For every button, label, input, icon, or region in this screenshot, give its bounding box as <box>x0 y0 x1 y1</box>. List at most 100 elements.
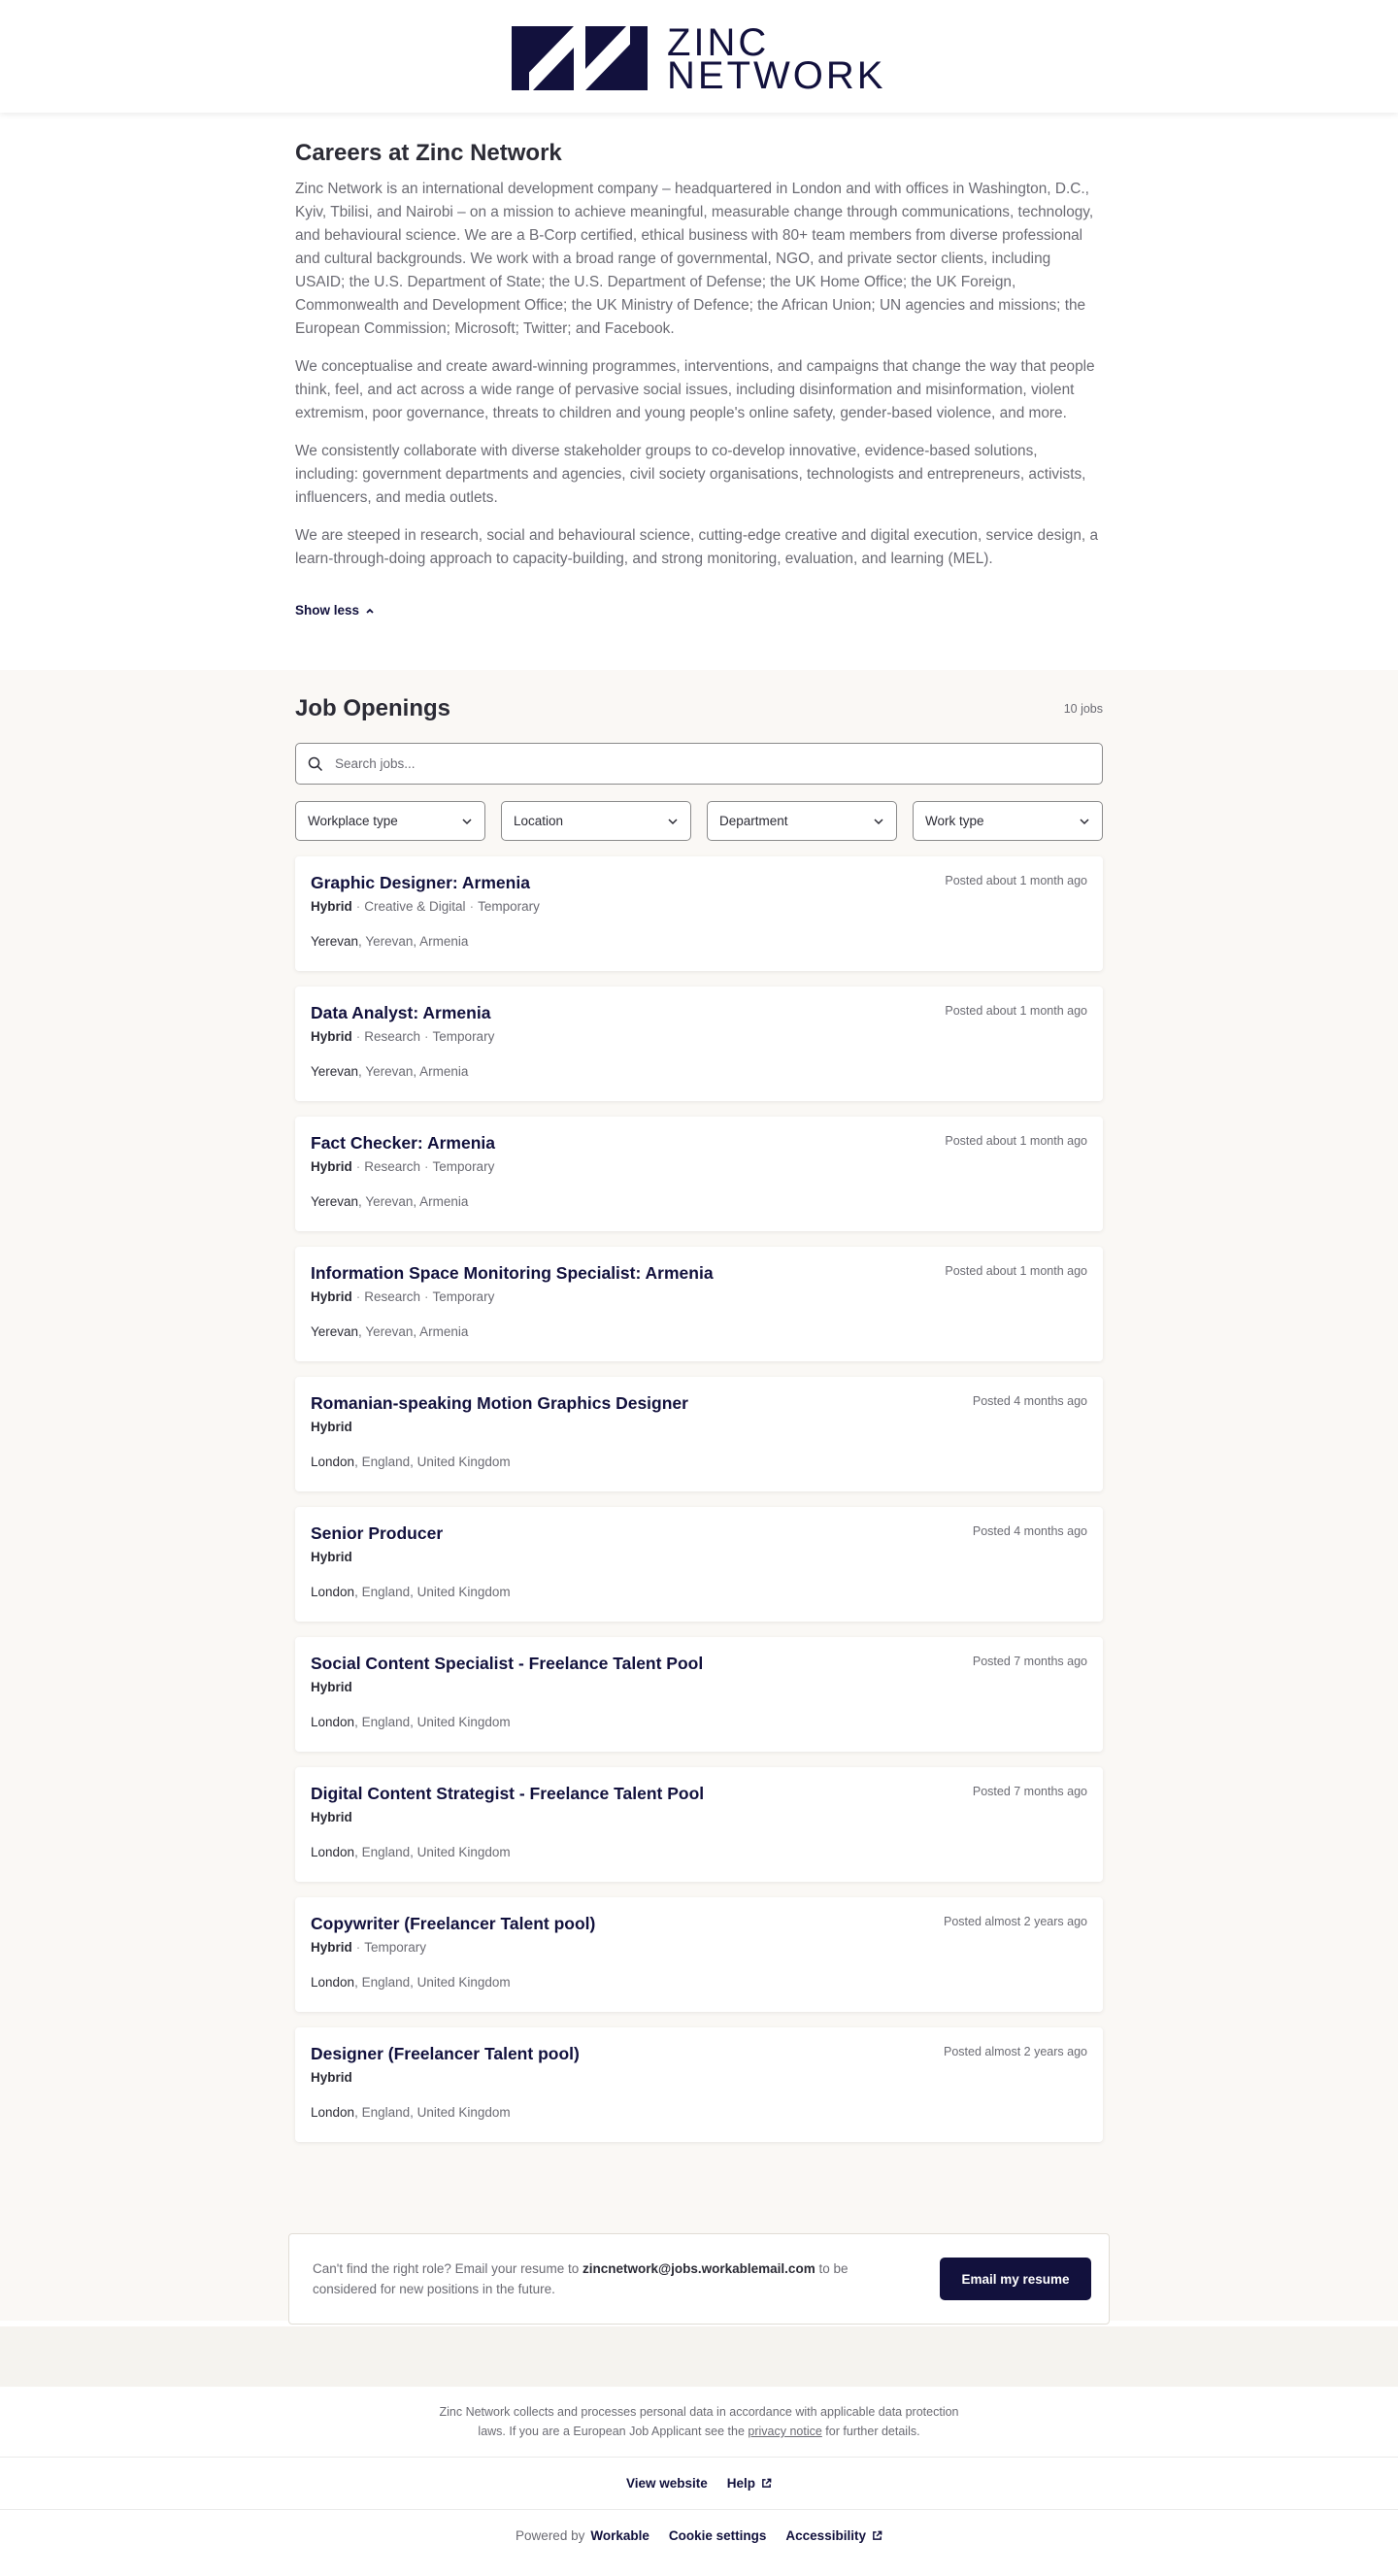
logo-line-2: NETWORK <box>667 54 886 97</box>
job-city: Yerevan <box>311 934 359 949</box>
job-posted-date: Posted almost 2 years ago <box>944 1915 1087 1928</box>
job-title[interactable]: Romanian-speaking Motion Graphics Design… <box>311 1392 1087 1414</box>
view-website-label: View website <box>625 2476 708 2491</box>
job-posted-date: Posted 4 months ago <box>972 1524 1087 1538</box>
job-workplace-type: Hybrid <box>311 1550 352 1564</box>
help-link[interactable]: Help <box>727 2476 772 2491</box>
privacy-notice-link[interactable]: privacy notice <box>748 2425 821 2438</box>
job-posted-date: Posted 7 months ago <box>972 1655 1087 1668</box>
show-less-button[interactable]: Show less <box>295 603 375 618</box>
view-website-link[interactable]: View website <box>626 2476 708 2491</box>
privacy-text-after: for further details. <box>821 2425 920 2438</box>
job-tag: Temporary <box>432 1159 495 1174</box>
separator-dot: · <box>469 899 475 914</box>
job-card[interactable]: Data Analyst: Armenia Posted about 1 mont… <box>295 987 1103 1101</box>
job-workplace-type: Hybrid <box>311 2070 352 2085</box>
job-workplace-type: Hybrid <box>311 1159 352 1174</box>
external-link-icon <box>762 2478 772 2488</box>
job-region: England, United Kingdom <box>361 2105 511 2120</box>
job-posted-date: Posted about 1 month ago <box>945 1134 1087 1148</box>
separator-dot: · <box>355 1940 361 1955</box>
show-less-label: Show less <box>295 603 360 618</box>
job-openings-heading: Job Openings <box>295 695 451 721</box>
job-card[interactable]: Information Space Monitoring Specialist:… <box>295 1247 1103 1361</box>
job-meta: Hybrid <box>311 1419 1087 1436</box>
job-tag: Temporary <box>364 1940 427 1955</box>
location-filter[interactable]: Location <box>501 801 691 841</box>
privacy-text-before: laws. If you are a European Job Applican… <box>478 2425 749 2438</box>
job-city: London <box>311 1975 355 1990</box>
job-workplace-type: Hybrid <box>311 899 352 914</box>
footer-bottom-row: Powered by Workable Cookie settings Acce… <box>0 2509 1398 2561</box>
job-tag: Temporary <box>478 899 540 914</box>
chevron-up-icon <box>366 608 374 614</box>
job-location: Yerevan, Yerevan, Armenia <box>311 1324 469 1339</box>
job-card[interactable]: Copywriter (Freelancer Talent pool) Poste… <box>295 1897 1103 2012</box>
job-posted-date: Posted about 1 month ago <box>945 874 1087 887</box>
filter-label: Work type <box>925 814 984 828</box>
jobs-count: 10 jobs <box>1063 702 1103 716</box>
search-input[interactable] <box>335 756 1073 771</box>
job-title[interactable]: Digital Content Strategist - Freelance T… <box>311 1783 1087 1804</box>
job-card[interactable]: Fact Checker: Armenia Posted about 1 mont… <box>295 1117 1103 1231</box>
privacy-line-2: laws. If you are a European Job Applican… <box>0 2422 1398 2441</box>
job-card[interactable]: Social Content Specialist - Freelance Ta… <box>295 1637 1103 1752</box>
job-meta: Hybrid · Research · Temporary <box>311 1028 1087 1046</box>
job-city: London <box>311 1585 355 1599</box>
email-resume-panel: Can't find the right role? Email your re… <box>288 2233 1110 2325</box>
job-region: England, United Kingdom <box>361 1975 511 1990</box>
job-posted-date: Posted almost 2 years ago <box>944 2045 1087 2058</box>
job-location: London, England, United Kingdom <box>311 2105 511 2120</box>
job-meta: Hybrid · Research · Temporary <box>311 1288 1087 1306</box>
search-box[interactable] <box>295 743 1103 785</box>
job-meta: Hybrid · Temporary <box>311 1939 1087 1957</box>
separator-dot: · <box>424 1159 429 1174</box>
job-location: Yerevan, Yerevan, Armenia <box>311 934 469 949</box>
privacy-line-1: Zinc Network collects and processes pers… <box>439 2405 959 2419</box>
job-openings-header: Job Openings 10 jobs <box>295 693 1103 724</box>
company-intro: Careers at Zinc Network Zinc Network is … <box>295 113 1103 619</box>
job-card[interactable]: Designer (Freelancer Talent pool) Posted … <box>295 2027 1103 2142</box>
job-workplace-type: Hybrid <box>311 1289 352 1304</box>
job-card[interactable]: Digital Content Strategist - Freelance T… <box>295 1767 1103 1882</box>
job-workplace-type: Hybrid <box>311 1029 352 1044</box>
workable-link[interactable]: Workable <box>590 2528 649 2543</box>
intro-paragraph: We consistently collaborate with diverse… <box>295 443 1086 506</box>
zinc-logo-mark-icon <box>512 26 648 90</box>
job-region: England, United Kingdom <box>361 1585 511 1599</box>
job-tag: Temporary <box>432 1029 495 1044</box>
job-location: London, England, United Kingdom <box>311 1585 511 1599</box>
job-card[interactable]: Senior Producer Posted 4 months ago Hybrid… <box>295 1507 1103 1622</box>
job-city: Yerevan <box>311 1194 359 1209</box>
job-meta: Hybrid <box>311 2069 1087 2087</box>
job-meta: Hybrid <box>311 1679 1087 1696</box>
job-workplace-type: Hybrid <box>311 1680 352 1694</box>
job-location: London, England, United Kingdom <box>311 1975 511 1990</box>
accessibility-link[interactable]: Accessibility <box>785 2528 882 2543</box>
site-footer: Zinc Network collects and processes pers… <box>0 2387 1398 2561</box>
work-type-filter[interactable]: Work type <box>913 801 1103 841</box>
job-title[interactable]: Senior Producer <box>311 1522 1087 1544</box>
intro-paragraph: Zinc Network is an international develop… <box>295 181 1094 337</box>
department-filter[interactable]: Department <box>707 801 897 841</box>
cookie-settings-link[interactable]: Cookie settings <box>669 2528 767 2543</box>
job-location: Yerevan, Yerevan, Armenia <box>311 1064 469 1079</box>
intro-paragraph: We are steeped in research, social and b… <box>295 527 1099 567</box>
page-title: Careers at Zinc Network <box>295 140 562 166</box>
job-posted-date: Posted about 1 month ago <box>945 1264 1087 1278</box>
zinc-network-logo[interactable]: ZINC NETWORK <box>512 23 886 97</box>
filter-label: Department <box>719 814 788 828</box>
job-title[interactable]: Social Content Specialist - Freelance Ta… <box>311 1653 1087 1674</box>
powered-by: Powered by Workable <box>516 2528 649 2543</box>
job-region: England, United Kingdom <box>361 1715 511 1729</box>
job-card[interactable]: Graphic Designer: Armenia Posted about 1 … <box>295 856 1103 971</box>
job-region: England, United Kingdom <box>361 1845 511 1859</box>
email-resume-text: Can't find the right role? Email your re… <box>313 2258 856 2299</box>
email-my-resume-button[interactable]: Email my resume <box>940 2258 1091 2300</box>
separator-dot: · <box>355 899 361 914</box>
job-card[interactable]: Romanian-speaking Motion Graphics Design… <box>295 1377 1103 1491</box>
job-tag: Creative & Digital <box>364 899 466 914</box>
site-header: ZINC NETWORK <box>0 0 1398 113</box>
workplace-type-filter[interactable]: Workplace type <box>295 801 485 841</box>
job-workplace-type: Hybrid <box>311 1940 352 1955</box>
